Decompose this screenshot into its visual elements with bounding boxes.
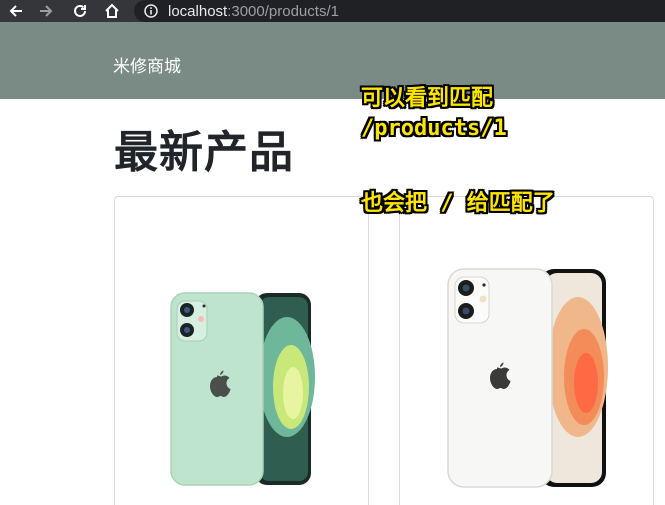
- brand-link[interactable]: 米修商城: [113, 52, 181, 77]
- green-iphone-image: [170, 292, 315, 486]
- browser-toolbar: localhost:3000/products/1: [0, 0, 665, 22]
- product-card[interactable]: [399, 196, 654, 505]
- home-icon[interactable]: [102, 0, 122, 22]
- white-iphone-image: [447, 268, 608, 488]
- info-icon[interactable]: [144, 4, 158, 18]
- product-card[interactable]: [114, 196, 369, 505]
- page-title: 最新产品: [114, 127, 294, 178]
- url-host: localhost: [168, 2, 228, 20]
- annotation-line-3: 也会把 / 给匹配了: [361, 191, 555, 216]
- back-arrow-icon[interactable]: [6, 0, 26, 22]
- annotation-line-1: 可以看到匹配: [361, 86, 494, 111]
- annotation-line-2: /products/1: [361, 116, 507, 141]
- reload-icon[interactable]: [70, 0, 90, 22]
- url-path: :3000/products/1: [227, 2, 339, 20]
- forward-arrow-icon[interactable]: [36, 0, 56, 22]
- url-text: localhost:3000/products/1: [168, 3, 339, 20]
- address-bar[interactable]: localhost:3000/products/1: [134, 0, 665, 22]
- site-header: [0, 22, 665, 99]
